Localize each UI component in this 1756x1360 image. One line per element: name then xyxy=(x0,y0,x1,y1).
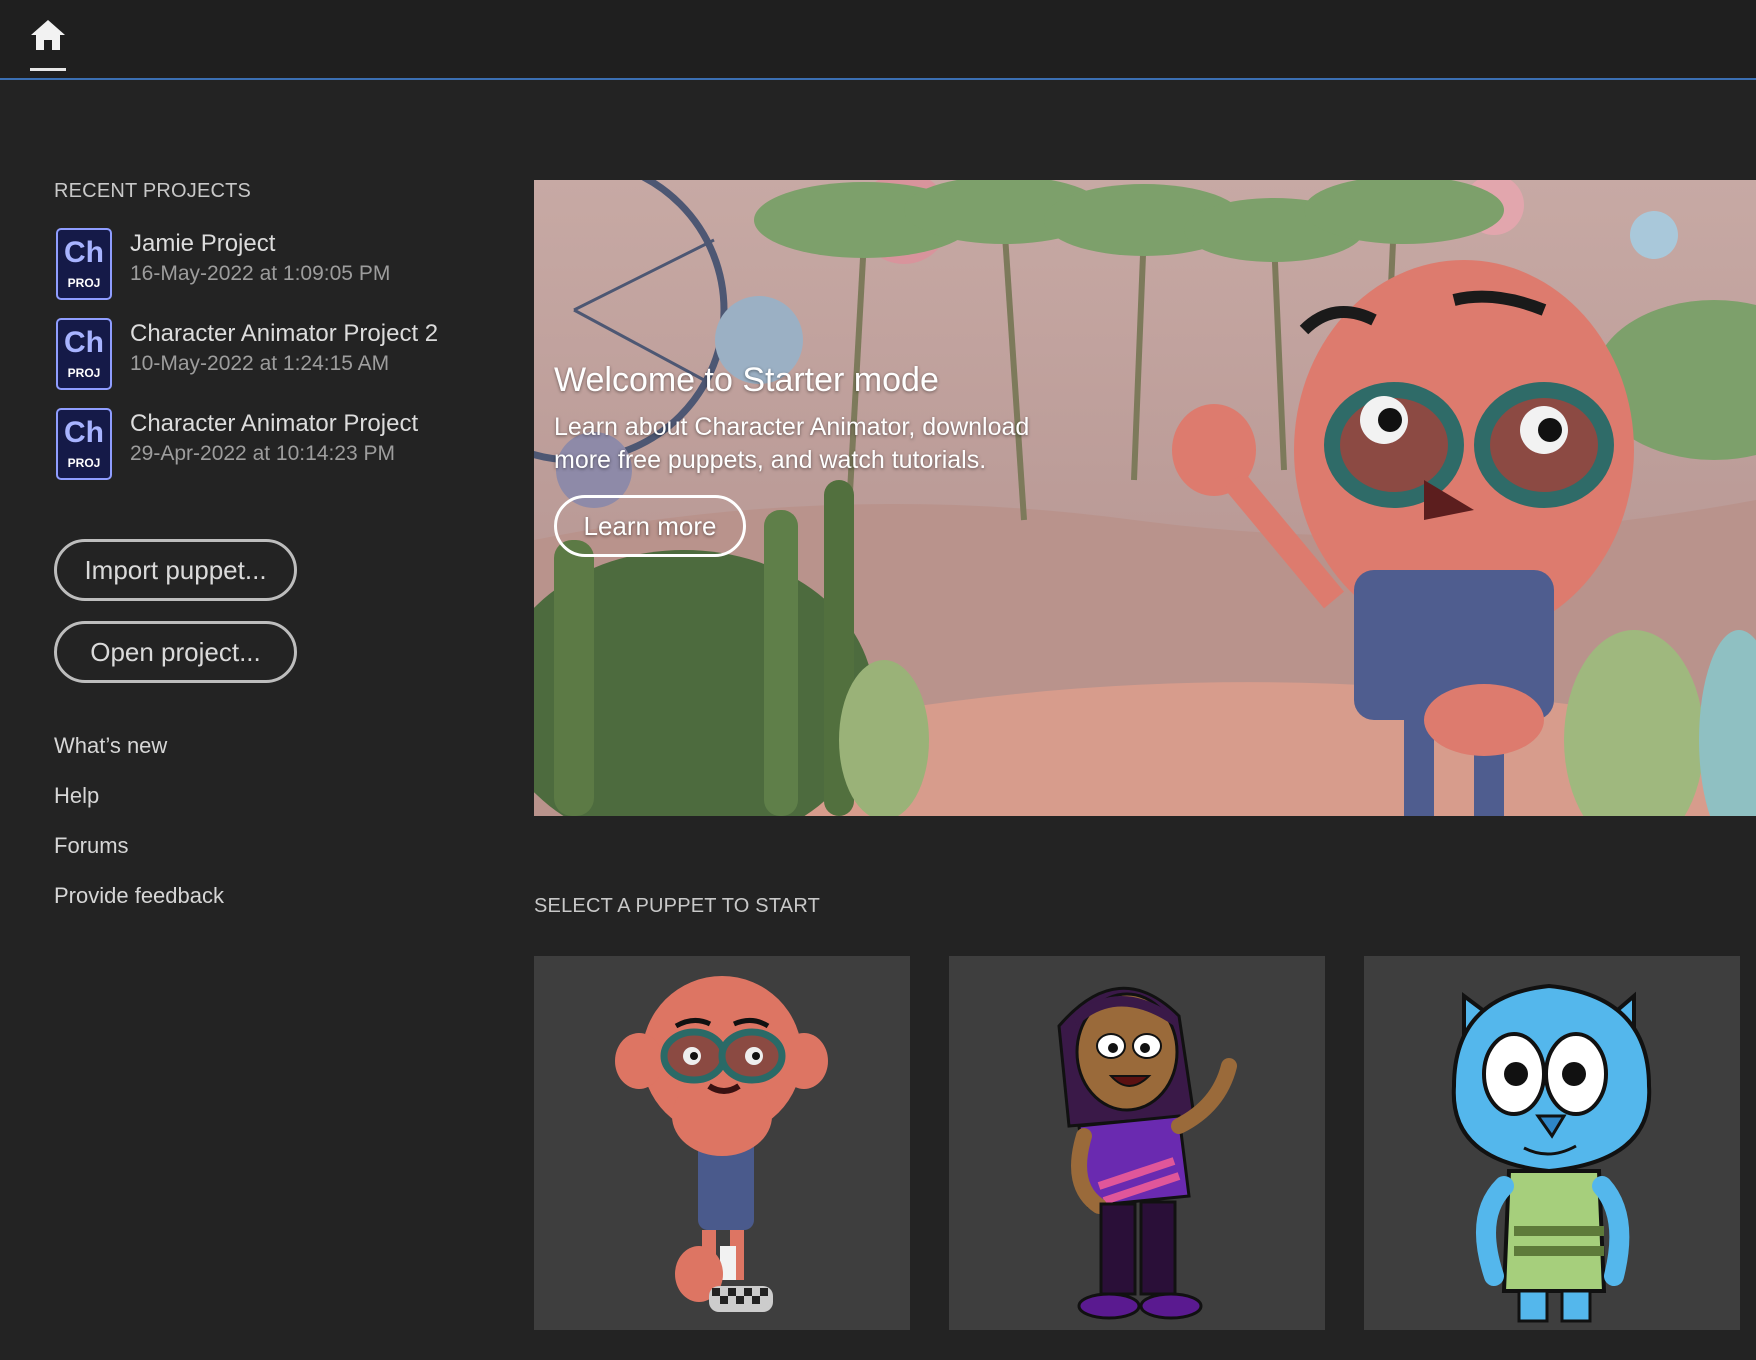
ch-icon-label: Ch xyxy=(64,236,104,269)
forums-link[interactable]: Forums xyxy=(54,833,129,859)
banner-title: Welcome to Starter mode xyxy=(554,361,939,399)
recent-projects-title: RECENT PROJECTS xyxy=(54,180,252,202)
proj-icon-label: PROJ xyxy=(67,456,101,470)
ch-project-icon: Ch PROJ xyxy=(56,408,112,480)
top-bar xyxy=(0,0,1756,80)
blue-cat-puppet-image xyxy=(1451,983,1652,1323)
red-furry-puppet-image xyxy=(615,976,828,1312)
ch-project-icon: Ch PROJ xyxy=(56,318,112,390)
learn-more-button[interactable]: Learn more xyxy=(554,495,746,557)
recent-project-date: 29-Apr-2022 at 10:14:23 PM xyxy=(130,442,396,465)
recent-project-item[interactable]: Ch PROJ Character Animator Project 2 10-… xyxy=(54,318,484,394)
ch-project-icon: Ch PROJ xyxy=(56,228,112,300)
help-link[interactable]: Help xyxy=(54,783,99,809)
recent-project-name: Character Animator Project 2 xyxy=(130,320,439,347)
starter-mode-banner: Welcome to Starter mode Learn about Char… xyxy=(534,180,1756,816)
recent-project-item[interactable]: Ch PROJ Character Animator Project 29-Ap… xyxy=(54,408,484,484)
recent-project-date: 10-May-2022 at 1:24:15 AM xyxy=(130,352,390,375)
home-icon xyxy=(31,20,65,50)
provide-feedback-link[interactable]: Provide feedback xyxy=(54,883,224,909)
proj-icon-label: PROJ xyxy=(67,366,101,380)
home-tab-indicator xyxy=(30,68,66,71)
recent-project-name: Character Animator Project xyxy=(130,410,419,437)
whats-new-link[interactable]: What’s new xyxy=(54,733,167,759)
puppet-card-red-furry[interactable] xyxy=(534,956,910,1330)
ch-icon-label: Ch xyxy=(64,416,104,449)
import-puppet-button[interactable]: Import puppet... xyxy=(54,539,297,601)
select-puppet-title: SELECT A PUPPET TO START xyxy=(534,895,821,917)
home-button[interactable] xyxy=(28,18,68,70)
recent-project-item[interactable]: Ch PROJ Jamie Project 16-May-2022 at 1:0… xyxy=(54,228,484,304)
banner-description: Learn about Character Animator, download… xyxy=(554,413,1030,474)
girl-puppet-image xyxy=(1057,986,1237,1320)
ch-icon-label: Ch xyxy=(64,326,104,359)
open-project-button[interactable]: Open project... xyxy=(54,621,297,683)
proj-icon-label: PROJ xyxy=(67,276,101,290)
recent-project-date: 16-May-2022 at 1:09:05 PM xyxy=(130,262,391,285)
puppet-card-blue-cat[interactable] xyxy=(1364,956,1740,1330)
puppet-card-girl[interactable] xyxy=(949,956,1325,1330)
recent-project-name: Jamie Project xyxy=(130,230,276,257)
